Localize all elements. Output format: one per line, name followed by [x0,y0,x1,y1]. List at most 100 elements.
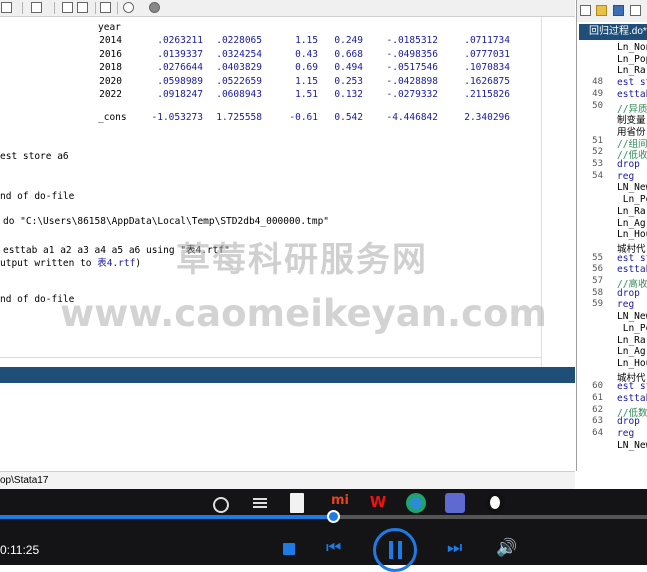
code-line[interactable]: esttab [617,393,647,404]
code-line[interactable]: reg [617,299,647,310]
table-cell: 0.253 [334,75,363,87]
code-line[interactable]: LN_New [617,182,647,193]
command-line: est store a6 [0,151,69,162]
code-line[interactable]: Ln_Pop [617,54,647,65]
code-line[interactable]: Ln_Hou [617,358,647,369]
code-line[interactable]: Ln_Po [617,323,647,334]
stop-icon[interactable] [283,543,295,555]
code-line[interactable]: Ln_Ra [617,65,647,76]
cons-cell: 0.542 [334,112,363,123]
more-icon[interactable] [123,2,134,13]
table-cell: .0228065 [216,35,262,46]
toolbar-divider [95,2,96,14]
code-line[interactable]: est st [617,253,647,264]
toolbar-divider [117,2,118,14]
code-line[interactable]: Ln_Ag [617,346,647,357]
task-view-icon[interactable] [250,493,270,513]
code-line[interactable]: esttab [617,89,647,100]
table-cell: -.0498356 [386,48,438,60]
new-file-icon[interactable] [580,5,591,16]
watermark-url: www.caomeikeyan.com [60,292,547,335]
year-cell: 2022 [99,89,122,100]
do-file-editor: 回归过程.do* Ln_NonLn_PopLn_Ra48est st49estt… [576,0,647,471]
line-number: 55 [592,252,603,263]
code-line[interactable]: Ln_Po [617,194,647,205]
rtf-file-link[interactable]: 表4.rtf [97,258,135,269]
stata-toolbar [0,0,575,17]
playback-time: 0:11:25 [0,543,40,557]
end-of-do-file: nd of do-file [0,191,75,202]
code-line[interactable]: Ln_Ra [617,335,647,346]
code-line[interactable]: reg [617,171,647,182]
code-line[interactable]: LN_New [617,311,647,322]
code-line[interactable]: Ln_Ag [617,218,647,229]
previous-icon[interactable]: ⏮ [326,540,341,557]
viewer-icon[interactable] [62,2,73,13]
code-line[interactable]: reg [617,428,647,439]
editor-toolbar [577,0,647,22]
code-line[interactable]: est st [617,381,647,392]
line-number: 59 [592,299,603,310]
table-cell: -.0428898 [386,75,438,87]
code-line[interactable]: LN_New [617,440,647,451]
command-input[interactable] [0,383,575,471]
table-cell: .0263211 [157,35,203,46]
line-number: 52 [592,147,603,158]
code-line[interactable]: esttab [617,264,647,275]
stata-app-icon[interactable] [445,493,465,513]
year-cell: 2016 [99,48,122,60]
toolbar-divider [22,2,23,14]
code-line[interactable]: drop [617,416,647,427]
line-number: 64 [592,428,603,439]
toolbar-divider [54,2,55,14]
volume-icon[interactable]: 🔊 [496,540,517,557]
code-line[interactable]: Ln_Ra [617,206,647,217]
code-line[interactable]: Ln_Hou [617,229,647,240]
command-window-titlebar [0,367,575,383]
cons-cell: 1.725558 [216,112,262,123]
data-editor-icon[interactable] [100,2,111,13]
line-number: 63 [592,416,603,427]
line-number: 54 [592,170,603,181]
break-icon[interactable] [149,2,160,13]
cons-cell: 2.340296 [464,112,510,123]
output-prefix: utput written to [0,258,98,269]
year-cell: 2014 [99,35,122,46]
edge-browser-icon[interactable] [406,493,426,513]
print-icon[interactable] [630,5,641,16]
line-number: 48 [592,77,603,88]
table-cell: .0608943 [216,89,262,100]
code-line[interactable]: drop [617,159,647,170]
output-written-line: utput written to 表4.rtf) [0,255,141,269]
progress-handle[interactable] [327,510,340,523]
code-line[interactable]: est st [617,77,647,88]
next-icon[interactable]: ⏭ [447,540,462,557]
line-number: 50 [592,100,603,111]
code-line[interactable]: drop [617,288,647,299]
results-bottom-border [0,357,541,358]
table-cell: .0711734 [464,35,510,46]
editor-tab[interactable]: 回归过程.do* [579,24,647,40]
file-icon[interactable] [290,493,304,513]
cons-label: _cons [98,112,127,123]
table-cell: -.0185312 [386,35,438,46]
table-cell: .0777031 [464,48,510,60]
table-cell: .1626875 [464,75,510,87]
qq-icon[interactable] [485,493,505,513]
start-circle-icon[interactable] [213,497,229,513]
save-icon[interactable] [613,5,624,16]
year-cell: 2020 [99,75,122,87]
table-cell: .2115826 [464,89,510,100]
table-cell: .0918247 [157,89,203,100]
pause-button[interactable] [373,528,417,572]
cons-cell: -4.446842 [386,112,438,123]
code-line[interactable]: Ln_Non [617,42,647,53]
open-icon[interactable] [1,2,12,13]
log-icon[interactable] [31,2,42,13]
open-folder-icon[interactable] [596,5,607,16]
table-cell: 0.249 [334,35,363,46]
wps-icon[interactable]: W [368,493,388,513]
working-directory: op\Stata17 [0,475,49,486]
do-command-line: do "C:\Users\86158\AppData\Local\Temp\ST… [3,216,330,227]
graph-icon[interactable] [77,2,88,13]
